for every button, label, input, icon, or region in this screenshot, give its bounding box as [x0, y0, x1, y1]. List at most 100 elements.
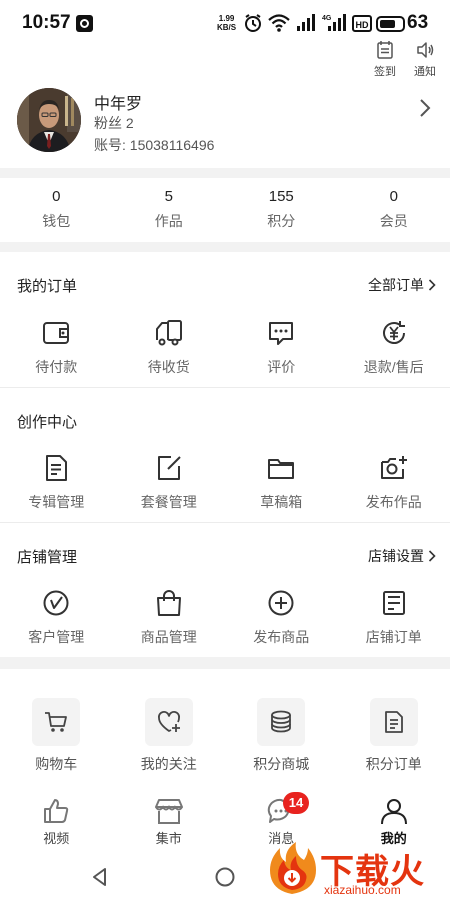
- stat-points[interactable]: 155 积分: [225, 178, 338, 242]
- tab-video[interactable]: 视频: [0, 796, 113, 848]
- all-orders-link[interactable]: 全部订单: [368, 275, 436, 295]
- my-follows[interactable]: 我的关注: [113, 698, 226, 774]
- camera-add-icon: [380, 456, 407, 479]
- edit-icon: [157, 456, 181, 480]
- heart-plus-icon: [157, 711, 180, 732]
- status-time: 10:57: [22, 12, 71, 33]
- chevron-right-icon[interactable]: [418, 98, 432, 118]
- user-fans: 粉丝 2: [94, 115, 134, 131]
- refund-icon: [382, 321, 405, 344]
- product-management[interactable]: 商品管理: [113, 588, 226, 647]
- tab-market[interactable]: 集市: [113, 796, 226, 848]
- order-refund[interactable]: 退款/售后: [338, 318, 450, 377]
- creation-grid: 专辑管理 套餐管理 草稿箱 发布作品: [0, 453, 450, 512]
- customer-management[interactable]: 客户管理: [0, 588, 113, 647]
- alarm-icon: [245, 14, 261, 32]
- creation-item-label: 草稿箱: [260, 494, 303, 510]
- package-management[interactable]: 套餐管理: [113, 453, 226, 512]
- points-orders[interactable]: 积分订单: [338, 698, 450, 774]
- watermark: 下载火 xiazaihuo.com: [262, 838, 450, 900]
- notification-button[interactable]: 通知: [410, 40, 440, 79]
- order-list-icon: [382, 591, 405, 615]
- tool-icon-box: [32, 698, 81, 746]
- tool-icon-box: [369, 698, 418, 746]
- divider: [0, 387, 450, 388]
- tool-label: 积分订单: [365, 756, 422, 772]
- message-badge: 14: [283, 792, 309, 814]
- document-icon: [46, 455, 68, 481]
- signal-4g-icon: 4G: [322, 14, 346, 31]
- order-pending-receipt[interactable]: 待收货: [113, 318, 226, 377]
- calendar-icon: [377, 41, 393, 59]
- orders-grid: 待付款 待收货 评价 退款/售后: [0, 318, 450, 377]
- tool-icon-box: [257, 698, 306, 746]
- section-divider: [0, 657, 450, 669]
- watermark-sub: xiazaihuo.com: [324, 883, 401, 897]
- order-pending-payment[interactable]: 待付款: [0, 318, 113, 377]
- store-orders[interactable]: 店铺订单: [338, 588, 450, 647]
- notification-label: 通知: [414, 66, 436, 78]
- coins-icon: [271, 710, 292, 733]
- shopping-cart[interactable]: 购物车: [0, 698, 113, 774]
- checkin-button[interactable]: 签到: [370, 40, 400, 79]
- creation-item-label: 专辑管理: [28, 494, 85, 510]
- doc-list-icon: [384, 711, 403, 733]
- tools-grid: 购物车 我的关注 积分商城 积分订单: [0, 698, 450, 774]
- orders-title: 我的订单: [17, 278, 78, 295]
- store-item-label: 店铺订单: [365, 629, 422, 645]
- stat-wallet[interactable]: 0 钱包: [0, 178, 113, 242]
- user-name: 中年罗: [94, 96, 143, 113]
- store-item-label: 发布商品: [253, 629, 310, 645]
- thumbs-up-icon: [44, 799, 69, 823]
- network-speed: 1.99 KB/S: [217, 14, 236, 32]
- tool-icon-box: [144, 698, 193, 746]
- flame-logo-icon: [270, 842, 316, 894]
- cart-icon: [45, 712, 68, 732]
- stat-works[interactable]: 5 作品: [113, 178, 226, 242]
- stat-membership[interactable]: 0 会员: [338, 178, 450, 242]
- all-orders-label: 全部订单: [368, 277, 424, 293]
- tab-label: 视频: [43, 831, 70, 846]
- avatar-photo: [17, 88, 81, 152]
- svg-text:HD: HD: [356, 20, 369, 30]
- stat-label: 会员: [379, 213, 408, 229]
- publish-product[interactable]: 发布商品: [225, 588, 338, 647]
- stats-row: 0 钱包 5 作品 155 积分 0 会员: [0, 178, 450, 242]
- back-icon[interactable]: [89, 866, 111, 888]
- section-divider: [0, 242, 450, 252]
- signal-icon: [297, 14, 315, 31]
- order-item-label: 评价: [267, 359, 296, 375]
- points-mall[interactable]: 积分商城: [225, 698, 338, 774]
- tool-label: 积分商城: [253, 756, 310, 772]
- store-title: 店铺管理: [17, 549, 78, 566]
- store-item-label: 商品管理: [140, 629, 197, 645]
- stat-value: 5: [164, 188, 173, 205]
- order-review[interactable]: 评价: [225, 318, 338, 377]
- compass-icon: [43, 590, 69, 616]
- top-actions: 签到 通知: [370, 40, 440, 79]
- order-item-label: 待付款: [35, 359, 78, 375]
- bag-icon: [156, 590, 181, 616]
- network-speed-value: 1.99: [218, 14, 235, 23]
- app-notification-icon: [76, 15, 93, 32]
- publish-work[interactable]: 发布作品: [338, 453, 450, 512]
- chevron-right-icon: [428, 550, 436, 562]
- drafts[interactable]: 草稿箱: [225, 453, 338, 512]
- avatar[interactable]: [17, 88, 81, 152]
- tool-label: 购物车: [35, 756, 78, 772]
- folder-icon: [268, 459, 295, 479]
- album-management[interactable]: 专辑管理: [0, 453, 113, 512]
- creation-item-label: 套餐管理: [140, 494, 197, 510]
- store-settings-link[interactable]: 店铺设置: [368, 546, 436, 566]
- network-speed-unit: KB/S: [217, 23, 237, 32]
- battery-icon: [376, 16, 405, 32]
- profile-card[interactable]: 中年罗 粉丝 2 账号: 15038116496: [0, 84, 450, 168]
- home-icon[interactable]: [214, 866, 236, 888]
- stat-label: 作品: [154, 213, 183, 229]
- divider: [0, 522, 450, 523]
- wifi-icon: [268, 14, 290, 32]
- user-account: 账号: 15038116496: [94, 137, 215, 153]
- creation-title: 创作中心: [17, 414, 78, 431]
- plus-circle-icon: [268, 590, 294, 616]
- user-icon: [380, 799, 407, 825]
